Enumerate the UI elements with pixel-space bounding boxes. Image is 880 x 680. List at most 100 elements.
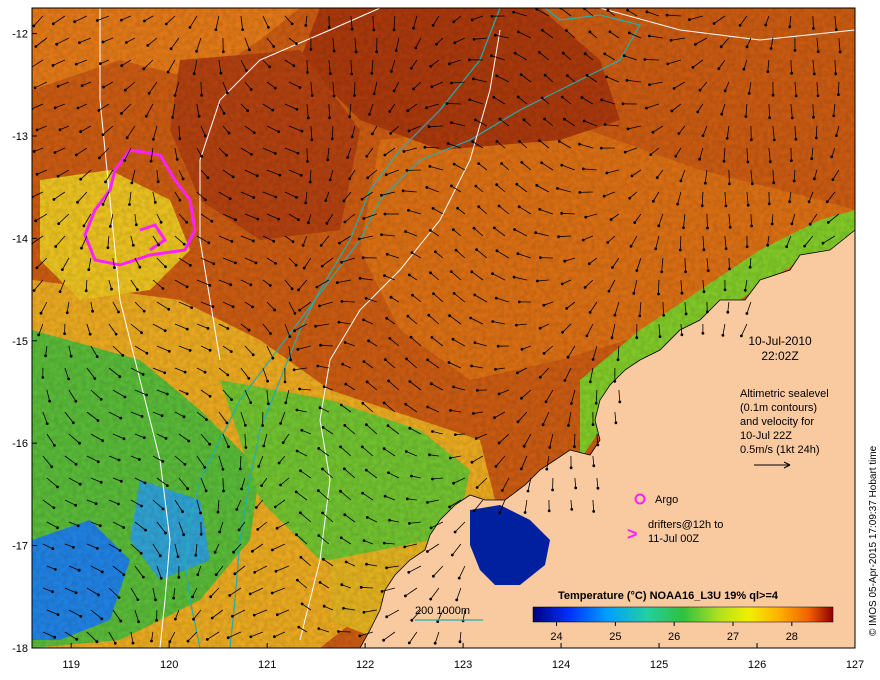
velocity-arrow-head-icon xyxy=(74,591,78,595)
velocity-arrow-head-icon xyxy=(539,256,542,259)
velocity-arrow-head-icon xyxy=(742,67,746,71)
velocity-arrow-head-icon xyxy=(290,22,294,26)
velocity-arrow-head-icon xyxy=(358,634,362,638)
velocity-arrow-head-icon xyxy=(700,204,704,208)
velocity-arrow-head-icon xyxy=(452,162,456,166)
velocity-arrow-head-icon xyxy=(494,296,498,300)
velocity-arrow-head-icon xyxy=(726,310,730,314)
velocity-arrow-head-icon xyxy=(388,518,391,522)
velocity-arrow-head-icon xyxy=(495,140,499,143)
velocity-arrow-head-icon xyxy=(382,401,386,405)
velocity-arrow-head-icon xyxy=(793,49,797,52)
velocity-arrow-head-icon xyxy=(475,389,479,392)
velocity-arrow-head-icon xyxy=(122,573,126,576)
velocity-arrow-head-icon xyxy=(297,218,300,222)
velocity-arrow-head-icon xyxy=(392,28,396,32)
velocity-arrow-head-icon xyxy=(454,433,457,436)
velocity-arrow-head-icon xyxy=(273,308,277,312)
velocity-arrow-head-icon xyxy=(277,130,281,134)
velocity-arrow-head-icon xyxy=(244,446,248,449)
velocity-arrow-head-icon xyxy=(123,159,126,162)
velocity-arrow-head-icon xyxy=(209,595,213,599)
velocity-arrow-head-icon xyxy=(410,66,413,70)
velocity-arrow-head-icon xyxy=(516,371,519,375)
velocity-arrow-head-icon xyxy=(99,62,102,66)
velocity-arrow-head-icon xyxy=(456,206,459,210)
drifter-symbol: > xyxy=(627,524,638,544)
velocity-arrow-head-icon xyxy=(662,313,666,317)
velocity-arrow-head-icon xyxy=(678,248,682,252)
velocity-arrow-icon xyxy=(644,59,659,61)
velocity-arrow-head-icon xyxy=(536,279,539,283)
velocity-arrow-head-icon xyxy=(359,585,363,589)
velocity-arrow-head-icon xyxy=(342,199,346,203)
velocity-arrow-head-icon xyxy=(78,41,81,44)
velocity-arrow-head-icon xyxy=(360,445,364,449)
velocity-arrow-head-icon xyxy=(648,83,651,86)
velocity-arrow-head-icon xyxy=(610,336,614,340)
velocity-arrow-head-icon xyxy=(203,370,207,374)
velocity-arrow-head-icon xyxy=(431,23,435,27)
velocity-arrow-head-icon xyxy=(591,358,595,361)
velocity-arrow-head-icon xyxy=(322,557,325,561)
velocity-arrow-head-icon xyxy=(492,95,496,99)
velocity-arrow-head-icon xyxy=(56,485,59,489)
velocity-arrow-head-icon xyxy=(82,224,86,228)
velocity-arrow-head-icon xyxy=(164,437,168,440)
velocity-arrow-head-icon xyxy=(304,24,308,27)
velocity-arrow-head-icon xyxy=(343,467,346,471)
velocity-arrow-head-icon xyxy=(512,275,516,279)
velocity-arrow-head-icon xyxy=(574,486,578,490)
velocity-arrow-head-icon xyxy=(176,555,180,558)
velocity-arrow-head-icon xyxy=(106,246,110,250)
velocity-arrow-head-icon xyxy=(204,489,208,493)
velocity-arrow-head-icon xyxy=(177,576,181,579)
velocity-arrow-head-icon xyxy=(74,462,78,466)
velocity-arrow-head-icon xyxy=(164,531,168,535)
lat-tick-label: -16 xyxy=(12,438,28,450)
velocity-arrow-head-icon xyxy=(428,165,432,168)
velocity-arrow-head-icon xyxy=(99,480,103,484)
velocity-arrow-head-icon xyxy=(296,151,300,155)
velocity-arrow-head-icon xyxy=(80,84,84,87)
velocity-arrow-head-icon xyxy=(361,491,364,495)
velocity-arrow-head-icon xyxy=(269,332,272,335)
lon-tick-label: 125 xyxy=(650,659,668,671)
velocity-arrow-head-icon xyxy=(365,516,369,519)
velocity-arrow-head-icon xyxy=(328,72,332,75)
velocity-arrow-head-icon xyxy=(405,169,409,172)
date-label: 10-Jul-2010 xyxy=(748,334,812,348)
velocity-arrow-head-icon xyxy=(200,154,204,158)
velocity-arrow-head-icon xyxy=(307,221,310,225)
velocity-arrow-head-icon xyxy=(125,41,128,44)
velocity-arrow-head-icon xyxy=(655,176,659,180)
velocity-arrow-head-icon xyxy=(684,312,688,316)
velocity-arrow-head-icon xyxy=(316,364,320,368)
velocity-arrow-head-icon xyxy=(383,153,387,157)
velocity-arrow-head-icon xyxy=(203,466,207,469)
velocity-arrow-head-icon xyxy=(324,199,328,203)
velocity-arrow-head-icon xyxy=(516,420,520,424)
velocity-arrow-head-icon xyxy=(446,142,450,145)
velocity-arrow-head-icon xyxy=(74,153,78,157)
velocity-arrow-head-icon xyxy=(557,140,561,143)
velocity-arrow-head-icon xyxy=(599,146,603,150)
velocity-arrow-head-icon xyxy=(140,331,143,335)
velocity-arrow-head-icon xyxy=(97,108,101,112)
velocity-arrow-head-icon xyxy=(122,437,126,441)
velocity-arrow-head-icon xyxy=(252,196,256,199)
velocity-arrow-head-icon xyxy=(562,117,566,121)
velocity-arrow-head-icon xyxy=(772,138,776,142)
velocity-arrow-head-icon xyxy=(227,445,230,449)
velocity-arrow-head-icon xyxy=(251,549,254,553)
velocity-arrow-head-icon xyxy=(750,182,754,186)
velocity-arrow-head-icon xyxy=(194,553,198,557)
velocity-arrow-head-icon xyxy=(119,619,123,623)
velocity-arrow-head-icon xyxy=(125,136,129,140)
velocity-arrow-head-icon xyxy=(792,179,796,183)
velocity-arrow-head-icon xyxy=(616,358,620,362)
velocity-arrow-head-icon xyxy=(53,444,56,447)
velocity-arrow-head-icon xyxy=(382,447,386,450)
velocity-arrow-head-icon xyxy=(407,641,411,645)
altimetry-line-5: 0.5m/s (1kt 24h) xyxy=(740,444,819,456)
